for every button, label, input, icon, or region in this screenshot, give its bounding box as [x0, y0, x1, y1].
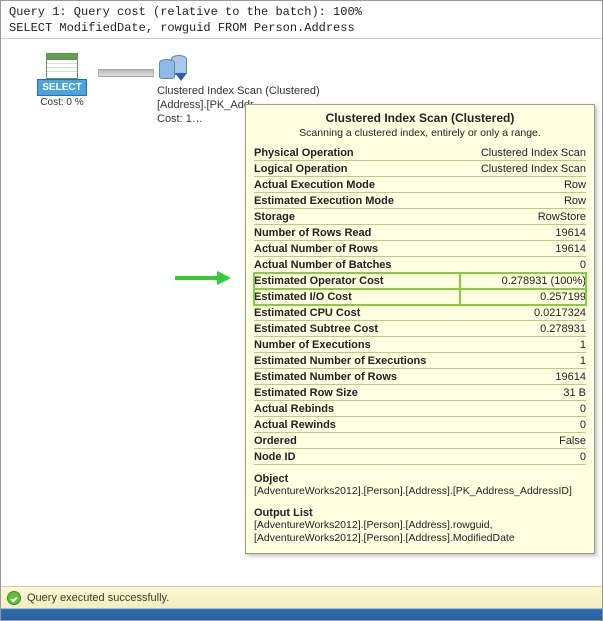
grid-icon	[46, 53, 78, 79]
tooltip-row-key: Estimated Row Size	[254, 385, 460, 401]
tooltip-row-key: Actual Rewinds	[254, 417, 460, 433]
tooltip-row-key: Estimated Subtree Cost	[254, 321, 460, 337]
tooltip-row: Number of Executions1	[254, 337, 586, 353]
tooltip-object-heading: Object	[254, 473, 586, 485]
tooltip-row-value: False	[460, 433, 586, 449]
tooltip-row: Estimated Number of Executions1	[254, 353, 586, 369]
tooltip-row-key: Storage	[254, 209, 460, 225]
tooltip-row: OrderedFalse	[254, 433, 586, 449]
query-cost-line: Query 1: Query cost (relative to the bat…	[9, 4, 594, 20]
tooltip-row-value: 19614	[460, 225, 586, 241]
tooltip-row: Node ID0	[254, 449, 586, 465]
tooltip-row: Actual Number of Rows19614	[254, 241, 586, 257]
tooltip-row-value: Row	[460, 177, 586, 193]
status-bar: Query executed successfully.	[1, 586, 602, 608]
tooltip-row-value: 19614	[460, 369, 586, 385]
tooltip-row: Actual Rewinds0	[254, 417, 586, 433]
execution-plan-canvas[interactable]: SELECT Cost: 0 % Clustered Index Scan (C…	[1, 39, 602, 584]
operator-tooltip: Clustered Index Scan (Clustered) Scannin…	[245, 104, 595, 553]
tooltip-row-key: Actual Execution Mode	[254, 177, 460, 193]
tooltip-row-key: Estimated I/O Cost	[254, 289, 460, 305]
tooltip-output-heading: Output List	[254, 507, 586, 519]
query-header: Query 1: Query cost (relative to the bat…	[1, 1, 602, 39]
tooltip-row-value: 0.278931 (100%)	[460, 273, 586, 289]
tooltip-row: Estimated Number of Rows19614	[254, 369, 586, 385]
select-cost: Cost: 0 %	[27, 97, 97, 109]
tooltip-row-key: Number of Executions	[254, 337, 460, 353]
tooltip-subtitle: Scanning a clustered index, entirely or …	[254, 127, 586, 139]
tooltip-row-value: Clustered Index Scan	[460, 161, 586, 177]
tooltip-row-key: Actual Rebinds	[254, 401, 460, 417]
clustered-scan-icon	[157, 53, 191, 83]
tooltip-row-value: 0	[460, 401, 586, 417]
select-label: SELECT	[37, 79, 87, 96]
highlight-arrow-icon	[175, 271, 235, 285]
tooltip-row-value: 19614	[460, 241, 586, 257]
tooltip-row-value: 0.257199	[460, 289, 586, 305]
status-text: Query executed successfully.	[27, 592, 169, 604]
query-sql-line: SELECT ModifiedDate, rowguid FROM Person…	[9, 20, 594, 36]
tooltip-row-value: 0.278931	[460, 321, 586, 337]
tooltip-row: Logical OperationClustered Index Scan	[254, 161, 586, 177]
tooltip-output-body: [AdventureWorks2012].[Person].[Address].…	[254, 519, 586, 545]
tooltip-row-key: Estimated Number of Rows	[254, 369, 460, 385]
tooltip-row: Estimated I/O Cost0.257199	[254, 289, 586, 305]
tooltip-row: Actual Number of Batches0	[254, 257, 586, 273]
tooltip-properties-table: Physical OperationClustered Index ScanLo…	[254, 145, 586, 465]
tooltip-object-body: [AdventureWorks2012].[Person].[Address].…	[254, 485, 586, 498]
tooltip-row-key: Estimated Operator Cost	[254, 273, 460, 289]
tooltip-row: StorageRowStore	[254, 209, 586, 225]
success-icon	[7, 591, 21, 605]
tooltip-row-key: Number of Rows Read	[254, 225, 460, 241]
tooltip-row-value: 0.0217324	[460, 305, 586, 321]
tooltip-row-key: Ordered	[254, 433, 460, 449]
tooltip-row-key: Physical Operation	[254, 145, 460, 161]
tooltip-row: Estimated CPU Cost0.0217324	[254, 305, 586, 321]
tooltip-row-value: 1	[460, 337, 586, 353]
tooltip-row: Estimated Row Size31 B	[254, 385, 586, 401]
tooltip-row-value: Clustered Index Scan	[460, 145, 586, 161]
tooltip-row: Actual Execution ModeRow	[254, 177, 586, 193]
tooltip-row: Estimated Operator Cost0.278931 (100%)	[254, 273, 586, 289]
tooltip-row-key: Actual Number of Rows	[254, 241, 460, 257]
tooltip-row-key: Estimated CPU Cost	[254, 305, 460, 321]
tooltip-row-key: Estimated Number of Executions	[254, 353, 460, 369]
tooltip-row-value: 31 B	[460, 385, 586, 401]
tooltip-row: Estimated Subtree Cost0.278931	[254, 321, 586, 337]
tooltip-title: Clustered Index Scan (Clustered)	[254, 111, 586, 125]
tooltip-row-value: 0	[460, 449, 586, 465]
tooltip-row-key: Logical Operation	[254, 161, 460, 177]
scan-title: Clustered Index Scan (Clustered)	[157, 85, 457, 99]
plan-node-select[interactable]: SELECT Cost: 0 %	[27, 53, 97, 109]
tooltip-row-value: RowStore	[460, 209, 586, 225]
plan-connector	[98, 69, 154, 77]
tooltip-row-key: Node ID	[254, 449, 460, 465]
tooltip-row-value: 1	[460, 353, 586, 369]
tooltip-row-value: Row	[460, 193, 586, 209]
tooltip-row-value: 0	[460, 417, 586, 433]
tooltip-row: Actual Rebinds0	[254, 401, 586, 417]
tooltip-row-key: Estimated Execution Mode	[254, 193, 460, 209]
tooltip-row-key: Actual Number of Batches	[254, 257, 460, 273]
tooltip-row: Number of Rows Read19614	[254, 225, 586, 241]
window-bottom-strip	[1, 608, 602, 620]
tooltip-row-value: 0	[460, 257, 586, 273]
tooltip-row: Estimated Execution ModeRow	[254, 193, 586, 209]
tooltip-row: Physical OperationClustered Index Scan	[254, 145, 586, 161]
